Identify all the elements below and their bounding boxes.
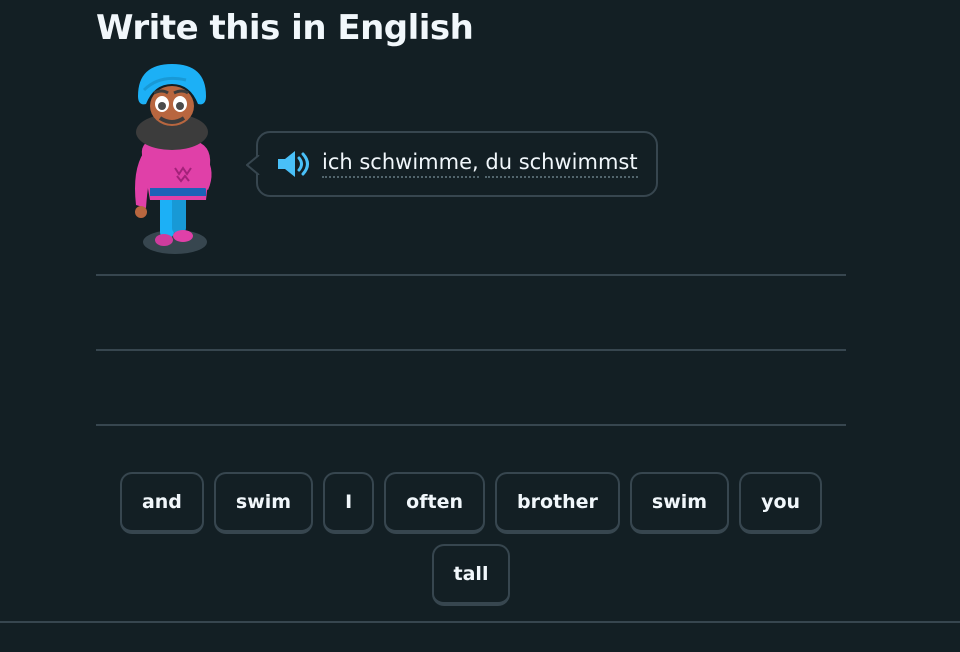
word-tile-swim[interactable]: swim bbox=[213, 472, 314, 534]
word-tile-swim[interactable]: swim bbox=[629, 472, 730, 534]
word-tile-often[interactable]: often bbox=[384, 472, 485, 534]
bubble-tail bbox=[246, 155, 266, 175]
word-tile-brother[interactable]: brother bbox=[495, 472, 620, 534]
speaker-icon[interactable] bbox=[276, 149, 312, 179]
word-tile-tall[interactable]: tall bbox=[431, 544, 511, 606]
prompt-token[interactable]: ich schwimme, bbox=[322, 150, 479, 178]
footer-divider bbox=[0, 621, 960, 623]
answer-line bbox=[96, 349, 846, 351]
answer-line bbox=[96, 424, 846, 426]
answer-line bbox=[96, 274, 846, 276]
word-bank: and swim I often brother swim you tall bbox=[96, 472, 846, 606]
word-tile-i[interactable]: I bbox=[323, 472, 375, 534]
word-tile-and[interactable]: and bbox=[119, 472, 204, 534]
exercise-page: Write this in English ich schwimme, du s… bbox=[0, 0, 960, 652]
speech-bubble: ich schwimme, du schwimmst bbox=[246, 131, 658, 197]
word-tile-you[interactable]: you bbox=[739, 472, 823, 534]
prompt-token[interactable]: du schwimmst bbox=[485, 150, 638, 178]
page-title: Write this in English bbox=[96, 8, 474, 48]
character-illustration bbox=[135, 64, 212, 254]
prompt-sentence: ich schwimme, du schwimmst bbox=[322, 150, 638, 178]
